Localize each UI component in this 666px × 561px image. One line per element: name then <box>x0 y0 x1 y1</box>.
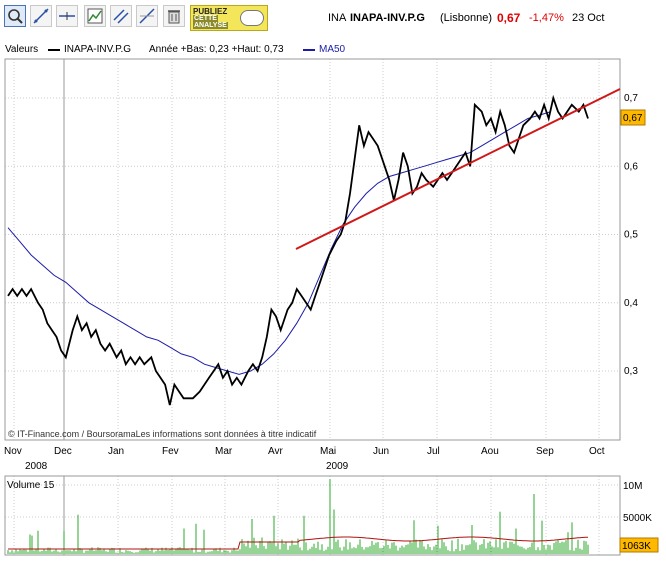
price-plot-frame <box>4 58 621 441</box>
y-tick-label: 0,5 <box>624 230 638 241</box>
x-tick-label: Jun <box>373 446 389 457</box>
ma50-line <box>7 111 552 375</box>
x-tick-label: Avr <box>268 446 283 457</box>
x-tick-label: Fev <box>162 446 179 457</box>
volume-label: Volume 15 <box>7 480 55 491</box>
y-tick-label: 0,6 <box>624 161 638 172</box>
x-tick-label: Dec <box>54 446 72 457</box>
x-tick-label: Sep <box>536 446 554 457</box>
x-tick-label: Mar <box>215 446 233 457</box>
last-volume-badge-text: 1063K <box>622 541 651 552</box>
trend-line[interactable] <box>295 88 621 250</box>
x-tick-label: Aou <box>481 446 499 457</box>
price-chart: 0,7 0,6 0,5 0,4 0,3 Nov Dec Jan Fev Mar Avr Mai Jun J… <box>4 58 659 556</box>
volume-tick-label: 10M <box>623 481 642 492</box>
y-tick-label: 0,7 <box>624 93 638 104</box>
y-tick-label: 0,3 <box>624 366 638 377</box>
x-tick-label: Jan <box>108 446 124 457</box>
copyright-note: © IT-Finance.com / BoursoramaLes informa… <box>8 429 317 439</box>
x-tick-label: Nov <box>4 446 22 457</box>
last-price-badge-text: 0,67 <box>623 113 643 124</box>
year-label: 2009 <box>326 461 349 472</box>
year-label: 2008 <box>25 461 48 472</box>
axis-ticks: 0,7 0,6 0,5 0,4 0,3 Nov Dec Jan Fev Mar Avr Mai Jun J… <box>4 93 652 524</box>
y-tick-label: 0,4 <box>624 298 638 309</box>
x-tick-label: Oct <box>589 446 605 457</box>
volume-plot-frame <box>4 475 621 556</box>
volume-tick-label: 5000K <box>623 513 652 524</box>
x-tick-label: Jul <box>427 446 440 457</box>
x-tick-label: Mai <box>320 446 336 457</box>
price-line <box>7 94 589 406</box>
